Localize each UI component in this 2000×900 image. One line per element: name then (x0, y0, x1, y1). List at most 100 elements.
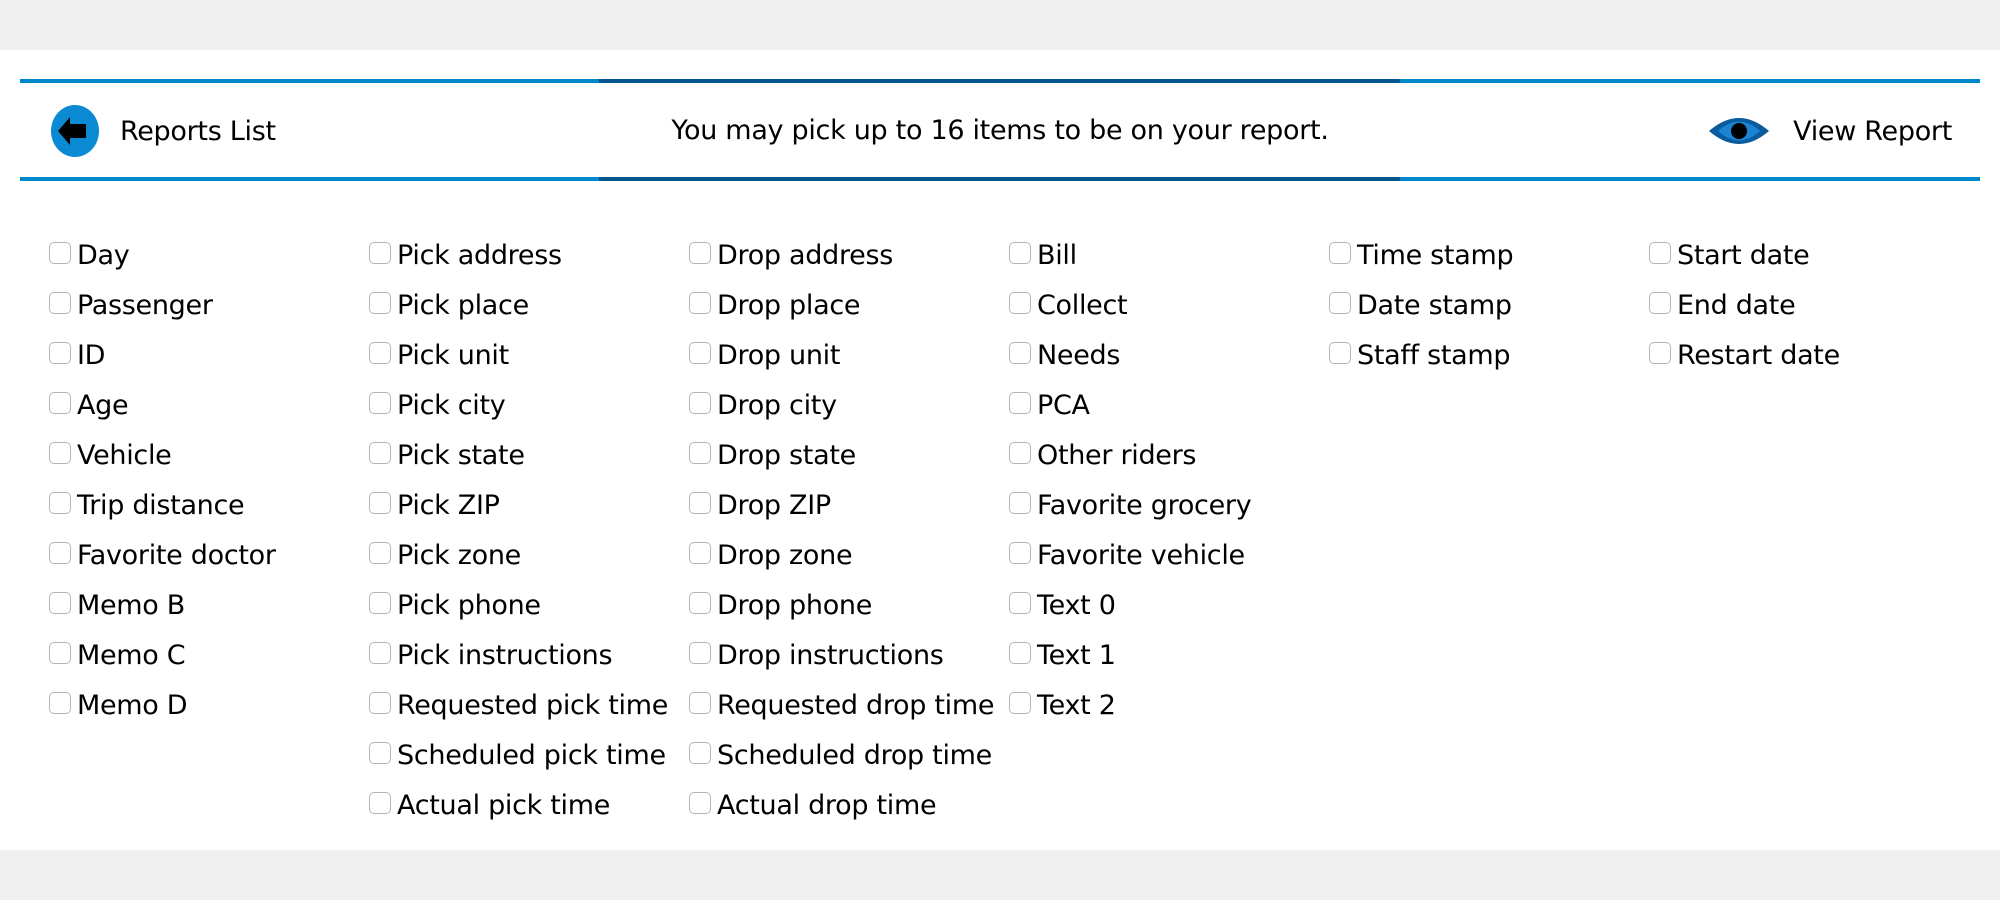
checkbox[interactable] (689, 342, 711, 364)
checkbox[interactable] (1329, 292, 1351, 314)
checkbox[interactable] (1649, 292, 1671, 314)
field-option-pick-place[interactable]: Pick place (369, 283, 529, 333)
field-option-drop-place[interactable]: Drop place (689, 283, 860, 333)
checkbox[interactable] (369, 542, 391, 564)
field-option-text-1[interactable]: Text 1 (1009, 633, 1116, 683)
field-option-drop-state[interactable]: Drop state (689, 433, 856, 483)
checkbox[interactable] (49, 492, 71, 514)
checkbox[interactable] (1009, 442, 1031, 464)
checkbox[interactable] (689, 642, 711, 664)
checkbox[interactable] (1329, 242, 1351, 264)
field-option-pick-zip[interactable]: Pick ZIP (369, 483, 500, 533)
field-option-scheduled-pick-time[interactable]: Scheduled pick time (369, 733, 666, 783)
field-option-memo-b[interactable]: Memo B (49, 583, 185, 633)
checkbox[interactable] (49, 642, 71, 664)
checkbox[interactable] (1329, 342, 1351, 364)
checkbox[interactable] (1009, 392, 1031, 414)
checkbox[interactable] (49, 292, 71, 314)
reports-list-button[interactable]: Reports List (48, 105, 276, 157)
field-option-requested-drop-time[interactable]: Requested drop time (689, 683, 995, 733)
field-option-pick-zone[interactable]: Pick zone (369, 533, 521, 583)
field-option-age[interactable]: Age (49, 383, 129, 433)
field-option-pick-city[interactable]: Pick city (369, 383, 506, 433)
field-option-favorite-doctor[interactable]: Favorite doctor (49, 533, 276, 583)
field-option-drop-unit[interactable]: Drop unit (689, 333, 840, 383)
field-option-date-stamp[interactable]: Date stamp (1329, 283, 1512, 333)
checkbox[interactable] (1649, 242, 1671, 264)
field-option-restart-date[interactable]: Restart date (1649, 333, 1840, 383)
field-option-pca[interactable]: PCA (1009, 383, 1090, 433)
field-option-time-stamp[interactable]: Time stamp (1329, 233, 1514, 283)
field-option-drop-city[interactable]: Drop city (689, 383, 837, 433)
checkbox[interactable] (49, 392, 71, 414)
field-option-drop-phone[interactable]: Drop phone (689, 583, 872, 633)
field-option-other-riders[interactable]: Other riders (1009, 433, 1196, 483)
checkbox[interactable] (689, 242, 711, 264)
field-option-end-date[interactable]: End date (1649, 283, 1796, 333)
checkbox[interactable] (1009, 492, 1031, 514)
checkbox[interactable] (369, 292, 391, 314)
checkbox[interactable] (369, 642, 391, 664)
checkbox[interactable] (689, 692, 711, 714)
field-option-drop-zone[interactable]: Drop zone (689, 533, 853, 583)
checkbox[interactable] (369, 592, 391, 614)
checkbox[interactable] (689, 792, 711, 814)
checkbox[interactable] (49, 692, 71, 714)
field-option-favorite-vehicle[interactable]: Favorite vehicle (1009, 533, 1245, 583)
checkbox[interactable] (49, 592, 71, 614)
checkbox[interactable] (369, 342, 391, 364)
field-option-memo-c[interactable]: Memo C (49, 633, 186, 683)
field-option-pick-instructions[interactable]: Pick instructions (369, 633, 613, 683)
checkbox[interactable] (689, 292, 711, 314)
checkbox[interactable] (1009, 342, 1031, 364)
field-option-text-2[interactable]: Text 2 (1009, 683, 1116, 733)
field-option-id[interactable]: ID (49, 333, 105, 383)
checkbox[interactable] (1009, 292, 1031, 314)
view-report-button[interactable]: View Report (1707, 106, 1952, 156)
field-option-staff-stamp[interactable]: Staff stamp (1329, 333, 1511, 383)
checkbox[interactable] (369, 792, 391, 814)
field-option-scheduled-drop-time[interactable]: Scheduled drop time (689, 733, 992, 783)
field-option-trip-distance[interactable]: Trip distance (49, 483, 245, 533)
field-option-actual-drop-time[interactable]: Actual drop time (689, 783, 937, 833)
field-option-day[interactable]: Day (49, 233, 130, 283)
field-option-memo-d[interactable]: Memo D (49, 683, 188, 733)
checkbox[interactable] (369, 242, 391, 264)
checkbox[interactable] (369, 742, 391, 764)
field-option-favorite-grocery[interactable]: Favorite grocery (1009, 483, 1252, 533)
checkbox[interactable] (689, 592, 711, 614)
field-option-pick-state[interactable]: Pick state (369, 433, 525, 483)
field-option-passenger[interactable]: Passenger (49, 283, 213, 333)
field-option-pick-address[interactable]: Pick address (369, 233, 562, 283)
checkbox[interactable] (689, 392, 711, 414)
field-option-start-date[interactable]: Start date (1649, 233, 1810, 283)
checkbox[interactable] (1009, 242, 1031, 264)
checkbox[interactable] (689, 442, 711, 464)
checkbox[interactable] (369, 442, 391, 464)
checkbox[interactable] (49, 242, 71, 264)
checkbox[interactable] (689, 542, 711, 564)
field-option-pick-unit[interactable]: Pick unit (369, 333, 509, 383)
field-option-drop-instructions[interactable]: Drop instructions (689, 633, 944, 683)
field-option-drop-address[interactable]: Drop address (689, 233, 893, 283)
checkbox[interactable] (49, 342, 71, 364)
checkbox[interactable] (1009, 592, 1031, 614)
field-option-text-0[interactable]: Text 0 (1009, 583, 1116, 633)
checkbox[interactable] (689, 742, 711, 764)
checkbox[interactable] (1009, 692, 1031, 714)
field-option-bill[interactable]: Bill (1009, 233, 1077, 283)
checkbox[interactable] (369, 692, 391, 714)
field-option-pick-phone[interactable]: Pick phone (369, 583, 541, 633)
field-option-actual-pick-time[interactable]: Actual pick time (369, 783, 610, 833)
checkbox[interactable] (1009, 542, 1031, 564)
checkbox[interactable] (369, 392, 391, 414)
field-option-collect[interactable]: Collect (1009, 283, 1128, 333)
checkbox[interactable] (49, 442, 71, 464)
checkbox[interactable] (1649, 342, 1671, 364)
field-option-requested-pick-time[interactable]: Requested pick time (369, 683, 668, 733)
checkbox[interactable] (49, 542, 71, 564)
field-option-vehicle[interactable]: Vehicle (49, 433, 172, 483)
checkbox[interactable] (369, 492, 391, 514)
field-option-needs[interactable]: Needs (1009, 333, 1120, 383)
checkbox[interactable] (1009, 642, 1031, 664)
